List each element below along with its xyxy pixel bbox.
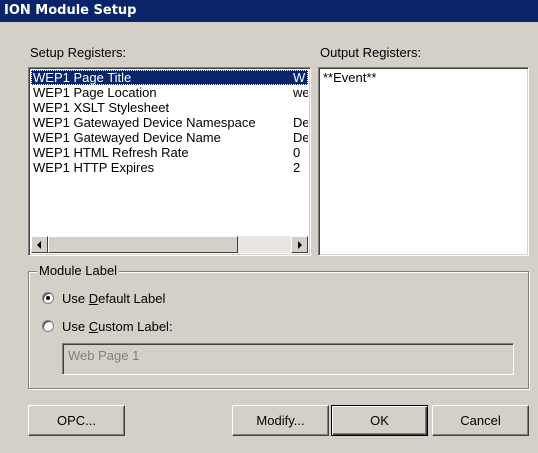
list-item[interactable]: WEP1 Gatewayed Device Name De xyxy=(31,130,308,145)
register-value: W xyxy=(293,70,306,85)
radio-label-suffix: efault Label xyxy=(98,291,166,306)
scroll-thumb[interactable] xyxy=(48,236,238,253)
list-item[interactable]: WEP1 Page Location we xyxy=(31,85,308,100)
setup-registers-label: Setup Registers: xyxy=(30,45,127,60)
list-item[interactable]: **Event** xyxy=(321,70,526,85)
register-value: De xyxy=(293,115,308,130)
radio-label-suffix: ustom Label: xyxy=(98,319,173,334)
radio-label-accel: D xyxy=(88,291,99,306)
radio-label-prefix: Use xyxy=(62,319,89,334)
cancel-button[interactable]: Cancel xyxy=(432,405,529,436)
opc-button[interactable]: OPC... xyxy=(28,405,125,436)
scroll-right-button[interactable] xyxy=(291,236,308,253)
register-name: WEP1 Page Location xyxy=(33,85,157,100)
register-name: WEP1 Page Title xyxy=(33,70,132,85)
window-title: ION Module Setup xyxy=(0,0,538,22)
output-registers-list[interactable]: **Event** xyxy=(318,67,529,256)
use-custom-label-radio[interactable] xyxy=(42,320,54,332)
setup-registers-items: WEP1 Page Title W WEP1 Page Location we WEP1… xyxy=(31,70,308,235)
list-item[interactable]: WEP1 XSLT Stylesheet xyxy=(31,100,308,115)
horizontal-scrollbar[interactable] xyxy=(31,236,308,253)
register-name: WEP1 HTTP Expires xyxy=(33,160,155,175)
radio-label-prefix: Use xyxy=(62,291,89,306)
setup-registers-list[interactable]: WEP1 Page Title W WEP1 Page Location we WEP1… xyxy=(28,67,311,256)
list-item[interactable]: WEP1 Page Title W xyxy=(31,70,308,85)
custom-label-input[interactable]: Web Page 1 xyxy=(62,343,514,375)
register-name: WEP1 Gatewayed Device Name xyxy=(33,130,221,145)
use-default-label-radio[interactable] xyxy=(42,292,54,304)
register-name: WEP1 XSLT Stylesheet xyxy=(33,100,170,115)
register-name: WEP1 Gatewayed Device Namespace xyxy=(33,115,256,130)
arrow-left-icon xyxy=(37,241,41,249)
output-register-name: **Event** xyxy=(323,70,377,85)
output-registers-items: **Event** xyxy=(321,70,526,253)
output-registers-label: Output Registers: xyxy=(320,45,422,60)
list-item[interactable]: WEP1 Gatewayed Device Namespace De xyxy=(31,115,308,130)
register-value: De xyxy=(293,130,308,145)
arrow-right-icon xyxy=(298,241,302,249)
list-item[interactable]: WEP1 HTTP Expires 2 xyxy=(31,160,308,175)
register-value: 2 xyxy=(293,160,301,175)
modify-button[interactable]: Modify... xyxy=(232,405,329,436)
module-label-title: Module Label xyxy=(37,263,120,278)
scroll-left-button[interactable] xyxy=(31,236,48,253)
ok-button[interactable]: OK xyxy=(331,405,428,436)
radio-label-accel: C xyxy=(88,319,99,334)
list-item[interactable]: WEP1 HTML Refresh Rate 0 xyxy=(31,145,308,160)
use-custom-label-text[interactable]: Use Custom Label: xyxy=(62,319,173,334)
register-value: we xyxy=(293,85,308,100)
register-value: 0 xyxy=(293,145,301,160)
radio-selected-dot xyxy=(46,296,50,300)
register-name: WEP1 HTML Refresh Rate xyxy=(33,145,189,160)
use-default-label-text[interactable]: Use Default Label xyxy=(62,291,165,306)
